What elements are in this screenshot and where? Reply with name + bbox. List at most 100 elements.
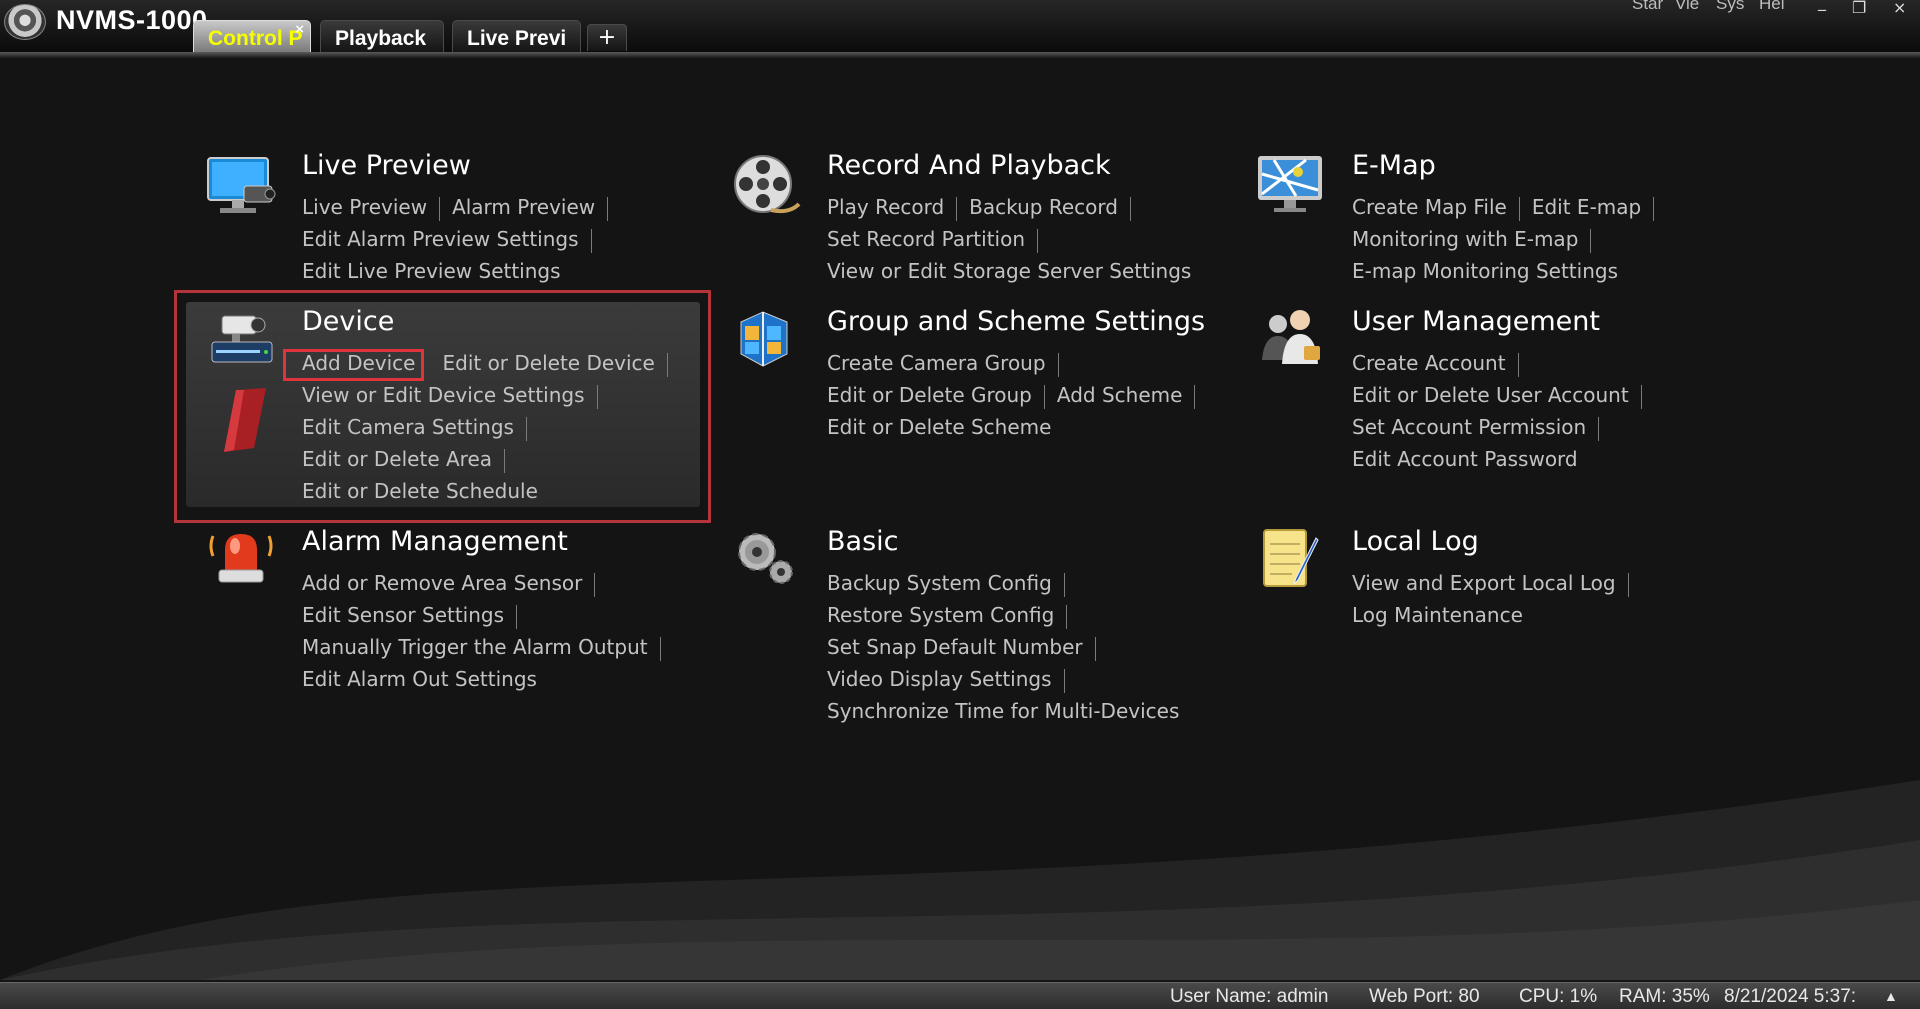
link-edit-delete-group[interactable]: Edit or Delete Group — [827, 383, 1032, 407]
cube-group-icon — [740, 311, 788, 367]
link-view-export-local-log[interactable]: View and Export Local Log — [1352, 571, 1616, 595]
tab-close-icon[interactable]: × — [295, 21, 304, 38]
link-row: Edit Live Preview Settings — [302, 259, 561, 283]
link-row: Create Camera Group — [827, 351, 1071, 377]
step-one-marker-icon — [224, 388, 266, 452]
link-edit-sensor-settings[interactable]: Edit Sensor Settings — [302, 603, 504, 627]
link-row: Synchronize Time for Multi-Devices — [827, 699, 1179, 723]
link-add-scheme[interactable]: Add Scheme — [1057, 383, 1183, 407]
link-edit-delete-schedule[interactable]: Edit or Delete Schedule — [302, 479, 538, 503]
divider — [1037, 228, 1039, 253]
link-trigger-alarm-output[interactable]: Manually Trigger the Alarm Output — [302, 635, 648, 659]
divider — [439, 196, 441, 221]
tab-label: Playback — [335, 27, 427, 50]
link-row: Edit Camera Settings — [302, 415, 539, 441]
section-title: Local Log — [1352, 526, 1479, 557]
alarm-siren-icon — [209, 534, 273, 583]
section-title: User Management — [1352, 306, 1600, 337]
divider — [1640, 384, 1642, 409]
link-play-record[interactable]: Play Record — [827, 195, 944, 219]
link-row: Create Account — [1352, 351, 1531, 377]
divider — [516, 604, 518, 629]
link-set-account-permission[interactable]: Set Account Permission — [1352, 415, 1586, 439]
link-create-camera-group[interactable]: Create Camera Group — [827, 351, 1046, 375]
link-row: Edit or Delete Schedule — [302, 479, 538, 503]
expand-arrow-icon[interactable]: ▲ — [1884, 988, 1898, 1004]
divider — [1194, 384, 1196, 409]
link-create-map-file[interactable]: Create Map File — [1352, 195, 1507, 219]
status-datetime: 8/21/2024 5:37: — [1724, 986, 1857, 1007]
link-emap-monitoring-settings[interactable]: E-map Monitoring Settings — [1352, 259, 1618, 283]
link-row: Edit Alarm Preview Settings — [302, 227, 604, 253]
link-row: E-map Monitoring Settings — [1352, 259, 1618, 283]
link-row: Log Maintenance — [1352, 603, 1523, 627]
menu-view[interactable]: Vie — [1675, 0, 1699, 14]
link-row: Video Display Settings — [827, 667, 1077, 693]
section-title: Device — [302, 306, 395, 337]
link-restore-system-config[interactable]: Restore System Config — [827, 603, 1054, 627]
divider — [1517, 352, 1519, 377]
link-row: Backup System Config — [827, 571, 1077, 597]
link-synchronize-time[interactable]: Synchronize Time for Multi-Devices — [827, 699, 1179, 723]
link-edit-emap[interactable]: Edit E-map — [1532, 195, 1641, 219]
link-create-account[interactable]: Create Account — [1352, 351, 1506, 375]
link-row: Set Record Partition — [827, 227, 1050, 253]
section-title: Group and Scheme Settings — [827, 306, 1206, 337]
section-title: Basic — [827, 526, 899, 557]
user-group-icon — [1262, 310, 1320, 364]
map-monitor-icon — [1258, 156, 1322, 212]
status-ram: RAM: 35% — [1619, 986, 1710, 1007]
add-tab-button[interactable]: + — [587, 24, 627, 51]
link-camera-settings[interactable]: Edit Camera Settings — [302, 415, 514, 439]
link-row: Edit or Delete Area — [302, 447, 517, 473]
notepad-pen-icon — [1263, 529, 1319, 587]
link-row: Edit or Delete Group Add Scheme — [827, 383, 1207, 409]
divider — [659, 636, 661, 661]
link-edit-alarm-out-settings[interactable]: Edit Alarm Out Settings — [302, 667, 537, 691]
menu-help[interactable]: Hel — [1759, 0, 1785, 14]
link-row: View and Export Local Log — [1352, 571, 1641, 597]
divider — [525, 416, 527, 441]
close-icon[interactable]: × — [1893, 0, 1906, 17]
link-video-display-settings[interactable]: Video Display Settings — [827, 667, 1052, 691]
link-alarm-preview[interactable]: Alarm Preview — [452, 195, 595, 219]
link-backup-record[interactable]: Backup Record — [969, 195, 1118, 219]
link-device-settings[interactable]: View or Edit Device Settings — [302, 383, 585, 407]
link-set-record-partition[interactable]: Set Record Partition — [827, 227, 1025, 251]
link-edit-delete-area[interactable]: Edit or Delete Area — [302, 447, 492, 471]
tab-live-preview[interactable]: Live Previ — [452, 20, 581, 52]
link-set-snap-default-number[interactable]: Set Snap Default Number — [827, 635, 1083, 659]
divider — [1129, 196, 1131, 221]
link-edit-account-password[interactable]: Edit Account Password — [1352, 447, 1578, 471]
divider — [594, 572, 596, 597]
restore-icon[interactable]: ❐ — [1852, 0, 1866, 17]
link-edit-live-preview-settings[interactable]: Edit Live Preview Settings — [302, 259, 561, 283]
title-bar-divider — [0, 52, 1920, 58]
divider — [607, 196, 609, 221]
link-log-maintenance[interactable]: Log Maintenance — [1352, 603, 1523, 627]
divider — [1653, 196, 1655, 221]
link-edit-delete-scheme[interactable]: Edit or Delete Scheme — [827, 415, 1051, 439]
divider — [666, 352, 668, 377]
link-live-preview[interactable]: Live Preview — [302, 195, 427, 219]
link-add-remove-area-sensor[interactable]: Add or Remove Area Sensor — [302, 571, 582, 595]
link-row: Edit Alarm Out Settings — [302, 667, 537, 691]
status-bar: User Name: admin Web Port: 80 CPU: 1% RA… — [0, 982, 1920, 1009]
tab-control-panel[interactable]: Control P × — [193, 20, 311, 52]
link-edit-delete-device[interactable]: Edit or Delete Device — [442, 351, 654, 375]
tab-playback[interactable]: Playback — [320, 20, 444, 52]
menu-system[interactable]: Sys — [1716, 0, 1744, 14]
link-row: View or Edit Device Settings — [302, 383, 610, 409]
link-edit-alarm-preview-settings[interactable]: Edit Alarm Preview Settings — [302, 227, 579, 251]
link-storage-server-settings[interactable]: View or Edit Storage Server Settings — [827, 259, 1191, 283]
link-monitoring-with-emap[interactable]: Monitoring with E-map — [1352, 227, 1578, 251]
section-title: Live Preview — [302, 150, 471, 181]
menu-start[interactable]: Star — [1632, 0, 1663, 14]
section-title: Record And Playback — [827, 150, 1111, 181]
minimize-icon[interactable]: _ — [1818, 0, 1826, 11]
link-edit-delete-user-account[interactable]: Edit or Delete User Account — [1352, 383, 1629, 407]
link-backup-system-config[interactable]: Backup System Config — [827, 571, 1052, 595]
divider — [1094, 636, 1096, 661]
divider — [1518, 196, 1520, 221]
monitor-camera-icon — [207, 157, 276, 213]
